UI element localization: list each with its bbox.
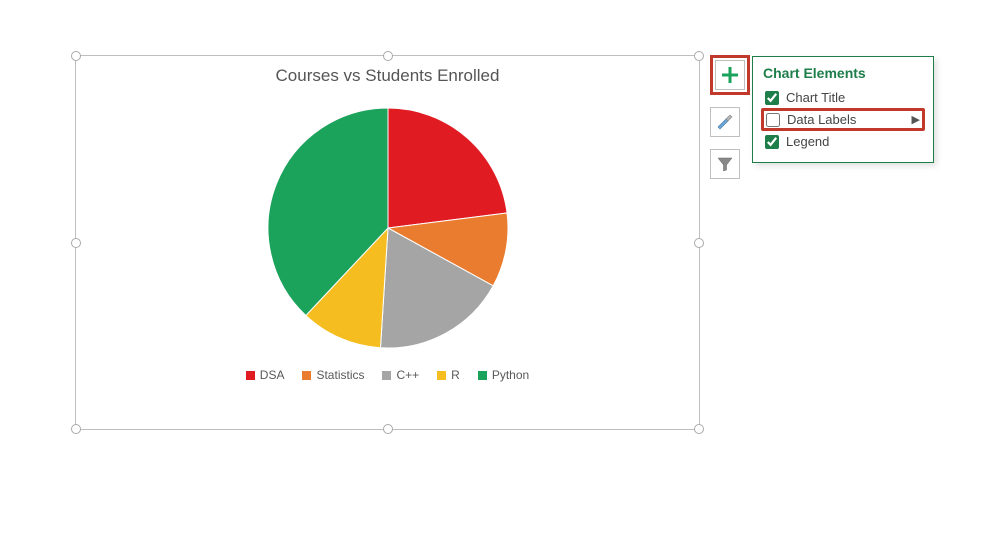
legend-item[interactable]: DSA bbox=[246, 368, 285, 382]
legend-swatch bbox=[302, 371, 311, 380]
chart-filters-button[interactable] bbox=[710, 149, 740, 179]
chart-tool-buttons bbox=[710, 55, 750, 179]
plus-icon bbox=[721, 66, 739, 84]
legend-swatch bbox=[382, 371, 391, 380]
legend-item[interactable]: Statistics bbox=[302, 368, 364, 382]
flyout-item-legend[interactable]: Legend bbox=[763, 131, 923, 152]
flyout-title: Chart Elements bbox=[763, 65, 923, 81]
submenu-arrow-icon[interactable]: ▶ bbox=[912, 113, 920, 126]
chart-elements-button[interactable] bbox=[715, 60, 745, 90]
legend-swatch bbox=[437, 371, 446, 380]
pie-plot[interactable] bbox=[76, 98, 699, 358]
pie-slice[interactable] bbox=[388, 108, 507, 228]
flyout-item-label: Legend bbox=[786, 134, 829, 149]
resize-handle[interactable] bbox=[694, 51, 704, 61]
legend-label: Python bbox=[492, 368, 529, 382]
data-labels-checkbox[interactable] bbox=[766, 113, 780, 127]
resize-handle[interactable] bbox=[71, 51, 81, 61]
flyout-item-label: Chart Title bbox=[786, 90, 845, 105]
resize-handle[interactable] bbox=[383, 51, 393, 61]
legend-swatch bbox=[478, 371, 487, 380]
resize-handle[interactable] bbox=[694, 424, 704, 434]
legend-label: Statistics bbox=[316, 368, 364, 382]
highlight-annotation bbox=[710, 55, 750, 95]
resize-handle[interactable] bbox=[383, 424, 393, 434]
filter-icon bbox=[716, 155, 734, 173]
legend-checkbox[interactable] bbox=[765, 135, 779, 149]
resize-handle[interactable] bbox=[694, 238, 704, 248]
legend-label: DSA bbox=[260, 368, 285, 382]
flyout-item-label: Data Labels bbox=[787, 112, 856, 127]
resize-handle[interactable] bbox=[71, 238, 81, 248]
legend-item[interactable]: C++ bbox=[382, 368, 419, 382]
chart-styles-button[interactable] bbox=[710, 107, 740, 137]
legend-item[interactable]: Python bbox=[478, 368, 529, 382]
flyout-item-chart-title[interactable]: Chart Title bbox=[763, 87, 923, 108]
chart-area[interactable]: Courses vs Students Enrolled DSA Statisti… bbox=[75, 55, 700, 430]
legend-item[interactable]: R bbox=[437, 368, 460, 382]
legend-label: C++ bbox=[396, 368, 419, 382]
chart-legend[interactable]: DSA Statistics C++ R Python bbox=[76, 368, 699, 382]
chart-title-checkbox[interactable] bbox=[765, 91, 779, 105]
flyout-item-data-labels[interactable]: Data Labels ▶ bbox=[761, 108, 925, 131]
brush-icon bbox=[716, 113, 734, 131]
chart-elements-flyout: Chart Elements Chart Title Data Labels ▶… bbox=[752, 56, 934, 163]
chart-title[interactable]: Courses vs Students Enrolled bbox=[76, 66, 699, 86]
legend-label: R bbox=[451, 368, 460, 382]
legend-swatch bbox=[246, 371, 255, 380]
resize-handle[interactable] bbox=[71, 424, 81, 434]
